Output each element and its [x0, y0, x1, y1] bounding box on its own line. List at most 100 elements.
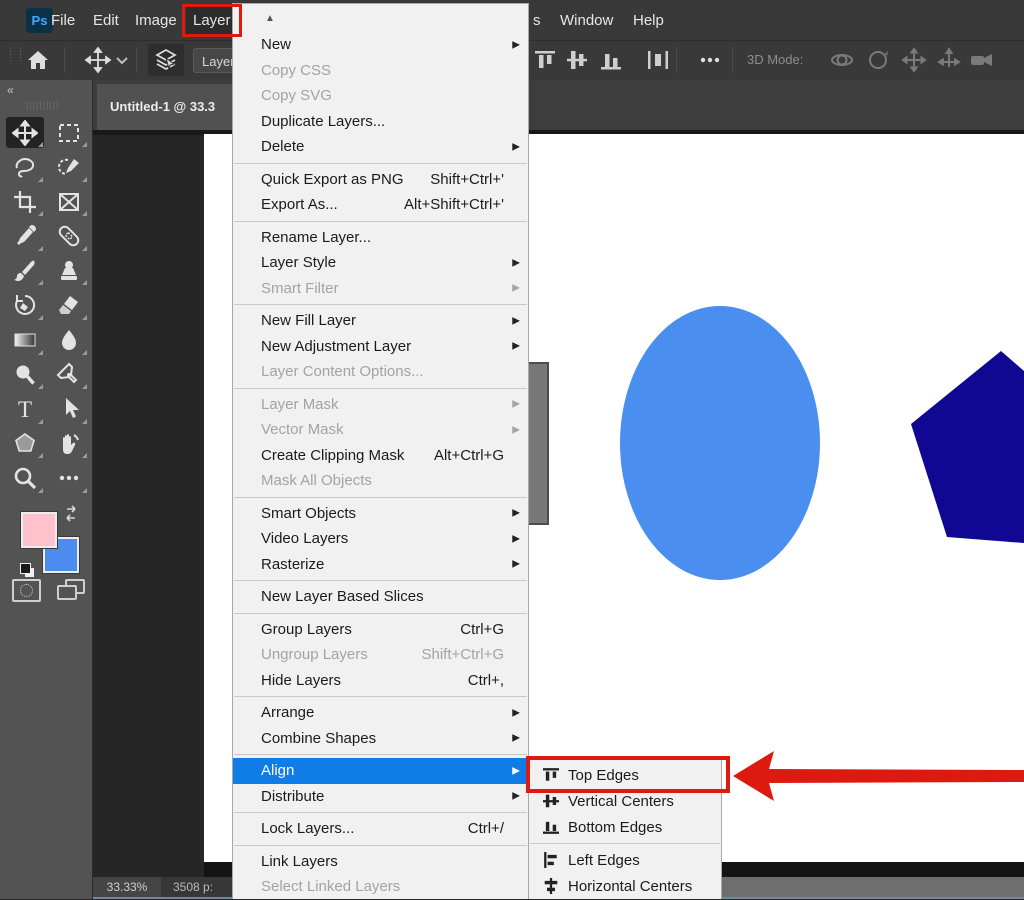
distribute-horizontal-icon[interactable]: [644, 46, 672, 74]
menu-item-align[interactable]: Align▶: [233, 758, 528, 784]
align-bottom-edges-icon[interactable]: [597, 46, 625, 74]
menu-item-new-adjustment-layer[interactable]: New Adjustment Layer▶: [233, 334, 528, 360]
pen-tool[interactable]: [50, 359, 88, 390]
menubar-item-image[interactable]: Image: [128, 7, 184, 34]
submenu-item-horizontal-centers[interactable]: Horizontal Centers: [529, 873, 721, 899]
path-selection-tool[interactable]: [50, 394, 88, 425]
align-vertical-centers-icon[interactable]: [563, 46, 591, 74]
menu-item-label: New Layer Based Slices: [261, 588, 424, 605]
menu-item-shortcut: Alt+Ctrl+G: [434, 447, 520, 464]
status-zoom-field[interactable]: 33.33%: [93, 877, 161, 897]
zoom-tool[interactable]: [6, 463, 44, 494]
menu-item-new[interactable]: New▶: [233, 32, 528, 58]
history-brush-tool[interactable]: [6, 290, 44, 321]
annotation-box-layer-menu: [182, 4, 242, 37]
more-options-icon[interactable]: [696, 46, 724, 74]
3d-orbit-icon[interactable]: [828, 46, 856, 74]
menu-item-new-fill-layer[interactable]: New Fill Layer▶: [233, 308, 528, 334]
menu-item-export-as[interactable]: Export As...Alt+Shift+Ctrl+': [233, 192, 528, 218]
rotate-view-tool[interactable]: [50, 428, 88, 459]
3d-pan-icon[interactable]: [900, 46, 928, 74]
gradient-tool[interactable]: [6, 325, 44, 356]
menu-item-label: Select Linked Layers: [261, 878, 400, 895]
clone-stamp-tool[interactable]: [50, 255, 88, 286]
menu-item-shortcut: Ctrl+/: [468, 820, 520, 837]
menubar-item-window[interactable]: Window: [553, 7, 620, 34]
menu-item-label: Vector Mask: [261, 421, 344, 438]
menu-item-smart-filter: Smart Filter▶: [233, 276, 528, 302]
menu-item-layer-style[interactable]: Layer Style ▶: [233, 250, 528, 276]
chevron-down-icon[interactable]: [108, 46, 136, 74]
submenu-arrow-icon: ▶: [512, 257, 520, 268]
3d-roll-icon[interactable]: [864, 46, 892, 74]
threed-mode-label: 3D Mode:: [747, 52, 803, 67]
menu-item-lock-layers[interactable]: Lock Layers...Ctrl+/: [233, 816, 528, 842]
submenu-arrow-icon: ▶: [512, 399, 520, 410]
tools-panel-grip[interactable]: ||||||||||: [26, 100, 59, 110]
menu-item-label: Quick Export as PNG: [261, 171, 404, 188]
menu-item-rasterize[interactable]: Rasterize▶: [233, 552, 528, 578]
menu-item-rename-layer[interactable]: Rename Layer...: [233, 225, 528, 251]
submenu-arrow-icon: ▶: [512, 283, 520, 294]
submenu-item-bottom-edges[interactable]: Bottom Edges: [529, 814, 721, 840]
type-tool[interactable]: T: [6, 394, 44, 425]
frame-tool[interactable]: [50, 186, 88, 217]
menu-item-create-clipping-mask[interactable]: Create Clipping MaskAlt+Ctrl+G: [233, 443, 528, 469]
foreground-color-swatch[interactable]: [21, 512, 57, 548]
menubar-item-edit[interactable]: Edit: [86, 7, 126, 34]
menu-item-video-layers[interactable]: Video Layers▶: [233, 526, 528, 552]
dodge-tool[interactable]: [6, 359, 44, 390]
menu-item-group-layers[interactable]: Group LayersCtrl+G: [233, 617, 528, 643]
menu-separator: [233, 577, 528, 584]
menubar-item-file[interactable]: File: [44, 7, 82, 34]
menu-item-duplicate-layers[interactable]: Duplicate Layers...: [233, 109, 528, 135]
annotation-box-top-edges: [526, 756, 730, 793]
crop-tool[interactable]: [6, 186, 44, 217]
menu-item-new-layer-based-slices[interactable]: New Layer Based Slices: [233, 584, 528, 610]
3d-camera-icon[interactable]: [968, 46, 996, 74]
menu-item-arrange[interactable]: Arrange▶: [233, 700, 528, 726]
menubar-item-help[interactable]: Help: [626, 7, 671, 34]
3d-slide-icon[interactable]: [935, 46, 963, 74]
eraser-tool[interactable]: [50, 290, 88, 321]
quick-mask-mode-icon[interactable]: [12, 579, 41, 602]
home-icon[interactable]: [24, 46, 52, 74]
options-bar-grip: ⋮⋮⋮⋮: [6, 48, 14, 60]
shape-tool[interactable]: [6, 428, 44, 459]
submenu-arrow-icon: ▶: [512, 141, 520, 152]
lasso-tool[interactable]: [6, 152, 44, 183]
menu-scroll-up[interactable]: ▲: [233, 4, 528, 32]
edit-toolbar-icon[interactable]: [50, 463, 88, 494]
menu-item-hide-layers[interactable]: Hide LayersCtrl+,: [233, 668, 528, 694]
move-tool[interactable]: [6, 117, 44, 148]
menu-item-combine-shapes[interactable]: Combine Shapes▶: [233, 726, 528, 752]
submenu-arrow-icon: ▶: [512, 424, 520, 435]
menu-item-label: Layer Style: [261, 254, 336, 271]
options-bar-separator: [732, 47, 733, 73]
brush-tool[interactable]: [6, 255, 44, 286]
eyedropper-tool[interactable]: [6, 221, 44, 252]
menu-item-delete[interactable]: Delete▶: [233, 134, 528, 160]
healing-brush-tool[interactable]: [50, 221, 88, 252]
menu-item-label: Hide Layers: [261, 672, 341, 689]
submenu-arrow-icon: ▶: [512, 533, 520, 544]
screen-mode-icon[interactable]: [57, 579, 86, 602]
menu-separator: [233, 218, 528, 225]
align-top-edges-icon[interactable]: [531, 46, 559, 74]
auto-select-layers-icon[interactable]: [152, 46, 180, 74]
collapse-panel-icon[interactable]: «: [7, 83, 12, 97]
blur-tool[interactable]: [50, 325, 88, 356]
align-horizontal-centers-icon: [543, 878, 559, 894]
rectangular-marquee-tool[interactable]: [50, 117, 88, 148]
submenu-separator: [529, 840, 721, 847]
menu-item-link-layers[interactable]: Link Layers: [233, 849, 528, 875]
options-bar-separator: [676, 47, 677, 73]
object-selection-tool[interactable]: [50, 152, 88, 183]
menu-item-smart-objects[interactable]: Smart Objects▶: [233, 501, 528, 527]
menu-item-distribute[interactable]: Distribute▶: [233, 784, 528, 810]
menu-item-layer-content-options: Layer Content Options...: [233, 359, 528, 385]
submenu-item-left-edges[interactable]: Left Edges: [529, 847, 721, 873]
swap-colors-icon[interactable]: [62, 505, 80, 523]
menu-item-quick-export-as-png[interactable]: Quick Export as PNGShift+Ctrl+': [233, 167, 528, 193]
menubar-item-s[interactable]: s: [526, 7, 548, 34]
